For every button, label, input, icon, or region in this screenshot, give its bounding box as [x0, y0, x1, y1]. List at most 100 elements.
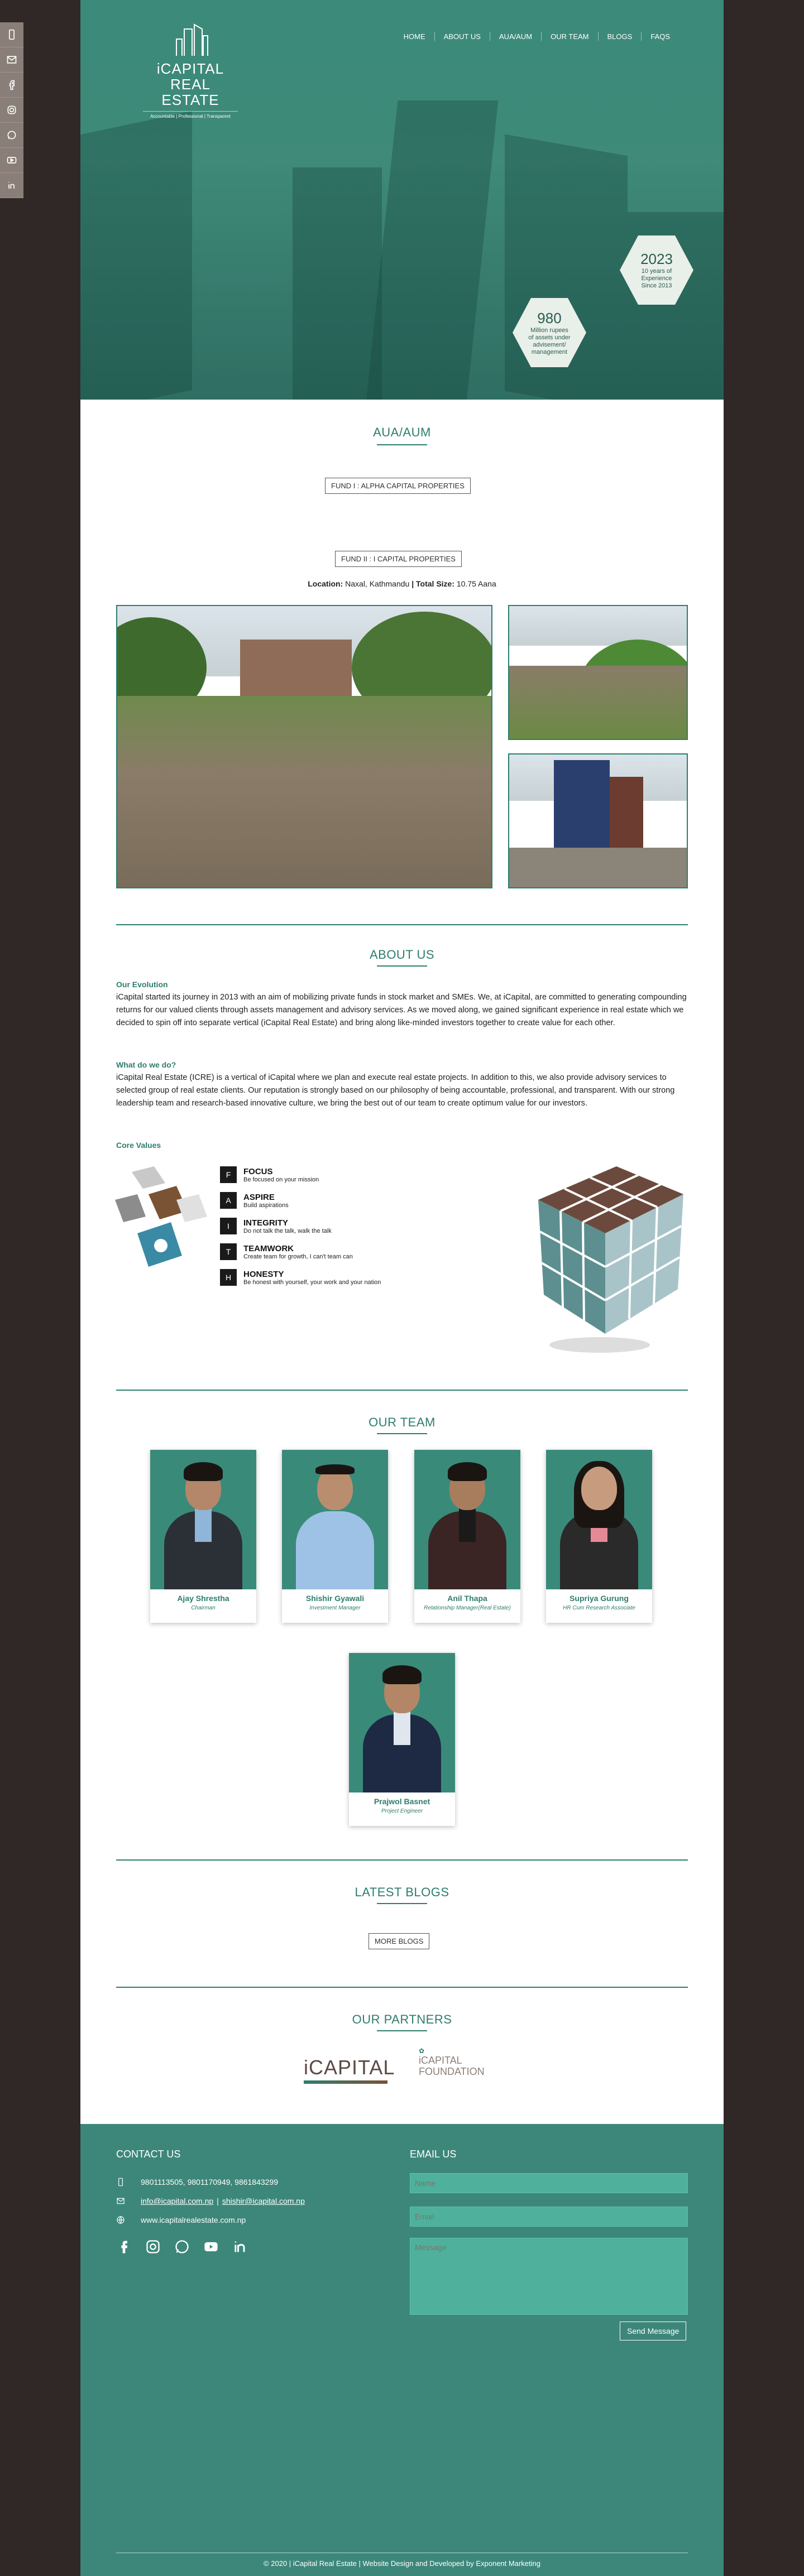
phone-icon[interactable] — [0, 22, 23, 47]
team-card[interactable]: Anil Thapa Relationship Manager(Real Est… — [414, 1450, 520, 1623]
nav-blogs[interactable]: BLOGS — [597, 32, 642, 41]
member-name: Ajay Shrestha — [177, 1594, 229, 1603]
website-link[interactable]: www.icapitalrealestate.com.np — [141, 2215, 246, 2224]
team-card[interactable]: Supriya Gurung HR Cum Research Associate — [546, 1450, 652, 1623]
nav-faqs[interactable]: FAQS — [641, 32, 679, 41]
linkedin-icon[interactable] — [232, 2239, 248, 2255]
building-graphic — [80, 110, 192, 400]
team-card[interactable]: Ajay Shrestha Chairman — [150, 1450, 256, 1623]
mail-icon — [117, 2198, 125, 2204]
footer: CONTACT US 9801113505, 9801170949, 98618… — [80, 2124, 724, 2576]
member-photo — [414, 1450, 520, 1589]
send-message-button[interactable]: Send Message — [620, 2322, 687, 2340]
nav-aua-aum[interactable]: AUA/AUM — [489, 32, 541, 41]
name-input[interactable] — [410, 2173, 688, 2193]
more-blogs-button[interactable]: MORE BLOGS — [368, 1933, 430, 1949]
whatsapp-icon[interactable] — [174, 2239, 190, 2255]
value-desc: Do not talk the talk, walk the talk — [243, 1227, 332, 1234]
core-values-list: F FOCUS Be focused on your mission A ASPIRE… — [220, 1164, 381, 1292]
value-desc: Build aspirations — [243, 1202, 289, 1209]
value-desc: Be honest with yourself, your work and y… — [243, 1279, 381, 1286]
team-card[interactable]: Shishir Gyawali Investment Manager — [282, 1450, 388, 1623]
evolution-heading: Our Evolution — [116, 980, 168, 989]
email-us-heading: EMAIL US — [410, 2149, 457, 2160]
facebook-icon[interactable] — [0, 73, 23, 98]
nav-home[interactable]: HOME — [395, 32, 434, 41]
page: iCAPITAL REAL ESTATE Accountable | Profe… — [80, 0, 724, 2576]
fund2-button[interactable]: FUND II : I CAPITAL PROPERTIES — [335, 551, 462, 567]
title-underline — [377, 1433, 427, 1434]
nav-our-team[interactable]: OUR TEAM — [541, 32, 597, 41]
cubes-illustration — [115, 1166, 207, 1267]
main-nav: HOME ABOUT US AUA/AUM OUR TEAM BLOGS FAQ… — [395, 32, 679, 41]
team-card[interactable]: Prajwol Basnet Project Engineer — [349, 1653, 455, 1826]
building-graphic — [366, 100, 499, 400]
email-input[interactable] — [410, 2207, 688, 2227]
property-photo-3[interactable] — [508, 753, 688, 888]
linkedin-icon[interactable] — [0, 173, 23, 198]
message-textarea[interactable] — [410, 2238, 688, 2315]
separator: | — [411, 579, 414, 588]
member-photo — [546, 1450, 652, 1589]
tree-icon: ✿ — [419, 2047, 425, 2055]
value-item: A ASPIRE Build aspirations — [220, 1190, 381, 1211]
instagram-icon[interactable] — [0, 98, 23, 123]
rubiks-cube-illustration — [538, 1166, 683, 1353]
partner-name-line2: FOUNDATION — [419, 2066, 485, 2077]
value-item: H HONESTY Be honest with yourself, your wo… — [220, 1267, 381, 1288]
youtube-icon[interactable] — [0, 148, 23, 173]
size-label: Total Size: — [416, 579, 454, 588]
value-item: I INTEGRITY Do not talk the talk, walk the… — [220, 1215, 381, 1237]
member-name: Prajwol Basnet — [374, 1797, 430, 1806]
value-letter: A — [220, 1192, 237, 1209]
partner-icapital-logo[interactable]: iCAPITAL — [304, 2056, 395, 2084]
contact-phones: 9801113505, 9801170949, 9861843299 — [116, 2178, 278, 2186]
about-title: ABOUT US — [369, 948, 435, 962]
badge-text: 10 years of Experience Since 2013 — [641, 268, 672, 289]
member-photo — [282, 1450, 388, 1589]
phone-numbers: 9801113505, 9801170949, 9861843299 — [141, 2178, 279, 2186]
value-name: ASPIRE — [243, 1192, 275, 1202]
section-divider — [116, 1987, 688, 1988]
whatsapp-icon[interactable] — [0, 123, 23, 148]
social-sidebar — [0, 22, 23, 198]
fund1-button[interactable]: FUND I : ALPHA CAPITAL PROPERTIES — [325, 478, 471, 494]
title-underline — [377, 444, 427, 445]
logo-line1: iCAPITAL — [156, 60, 224, 77]
core-values-heading: Core Values — [116, 1141, 161, 1150]
value-letter: I — [220, 1218, 237, 1234]
property-photo-2[interactable] — [508, 605, 688, 740]
team-title: OUR TEAM — [368, 1415, 436, 1429]
badge-year: 2023 — [640, 251, 673, 267]
youtube-icon[interactable] — [203, 2239, 219, 2255]
member-name: Anil Thapa — [447, 1594, 487, 1603]
contact-website: www.icapitalrealestate.com.np — [116, 2215, 246, 2224]
site-logo[interactable]: iCAPITAL REAL ESTATE Accountable | Profe… — [143, 22, 238, 119]
partner-name-line1: iCAPITAL — [419, 2055, 462, 2066]
member-photo — [150, 1450, 256, 1589]
value-item: T TEAMWORK Create team for growth, I can't… — [220, 1241, 381, 1262]
aua-title: AUA/AUM — [373, 425, 431, 439]
value-desc: Create team for growth, I can't team can — [243, 1253, 353, 1260]
location-value: Naxal, Kathmandu — [345, 579, 410, 588]
mail-icon[interactable] — [0, 47, 23, 73]
email-link-shishir[interactable]: shishir@icapital.com.np — [222, 2197, 305, 2205]
partner-logo-bar — [304, 2080, 387, 2084]
instagram-icon[interactable] — [145, 2239, 161, 2255]
member-role: Project Engineer — [381, 1808, 423, 1814]
whatwedo-text: iCapital Real Estate (ICRE) is a vertica… — [116, 1073, 675, 1108]
email-link-info[interactable]: info@icapital.com.np — [141, 2197, 213, 2205]
property-photo-main[interactable] — [116, 605, 492, 888]
nav-about[interactable]: ABOUT US — [434, 32, 490, 41]
member-role: Relationship Manager(Real Estate) — [424, 1605, 511, 1611]
title-underline — [377, 965, 427, 967]
location-label: Location: — [308, 579, 343, 588]
partner-name: iCAPITAL — [304, 2056, 395, 2079]
title-underline — [377, 1903, 427, 1904]
facebook-icon[interactable] — [116, 2239, 132, 2255]
partner-foundation-logo[interactable]: ✿ iCAPITAL FOUNDATION — [419, 2047, 502, 2077]
member-name: Shishir Gyawali — [305, 1594, 365, 1603]
section-divider — [116, 1859, 688, 1861]
building-logo-icon — [176, 23, 208, 56]
logo-tagline: Accountable | Professional | Transparent — [143, 111, 238, 119]
